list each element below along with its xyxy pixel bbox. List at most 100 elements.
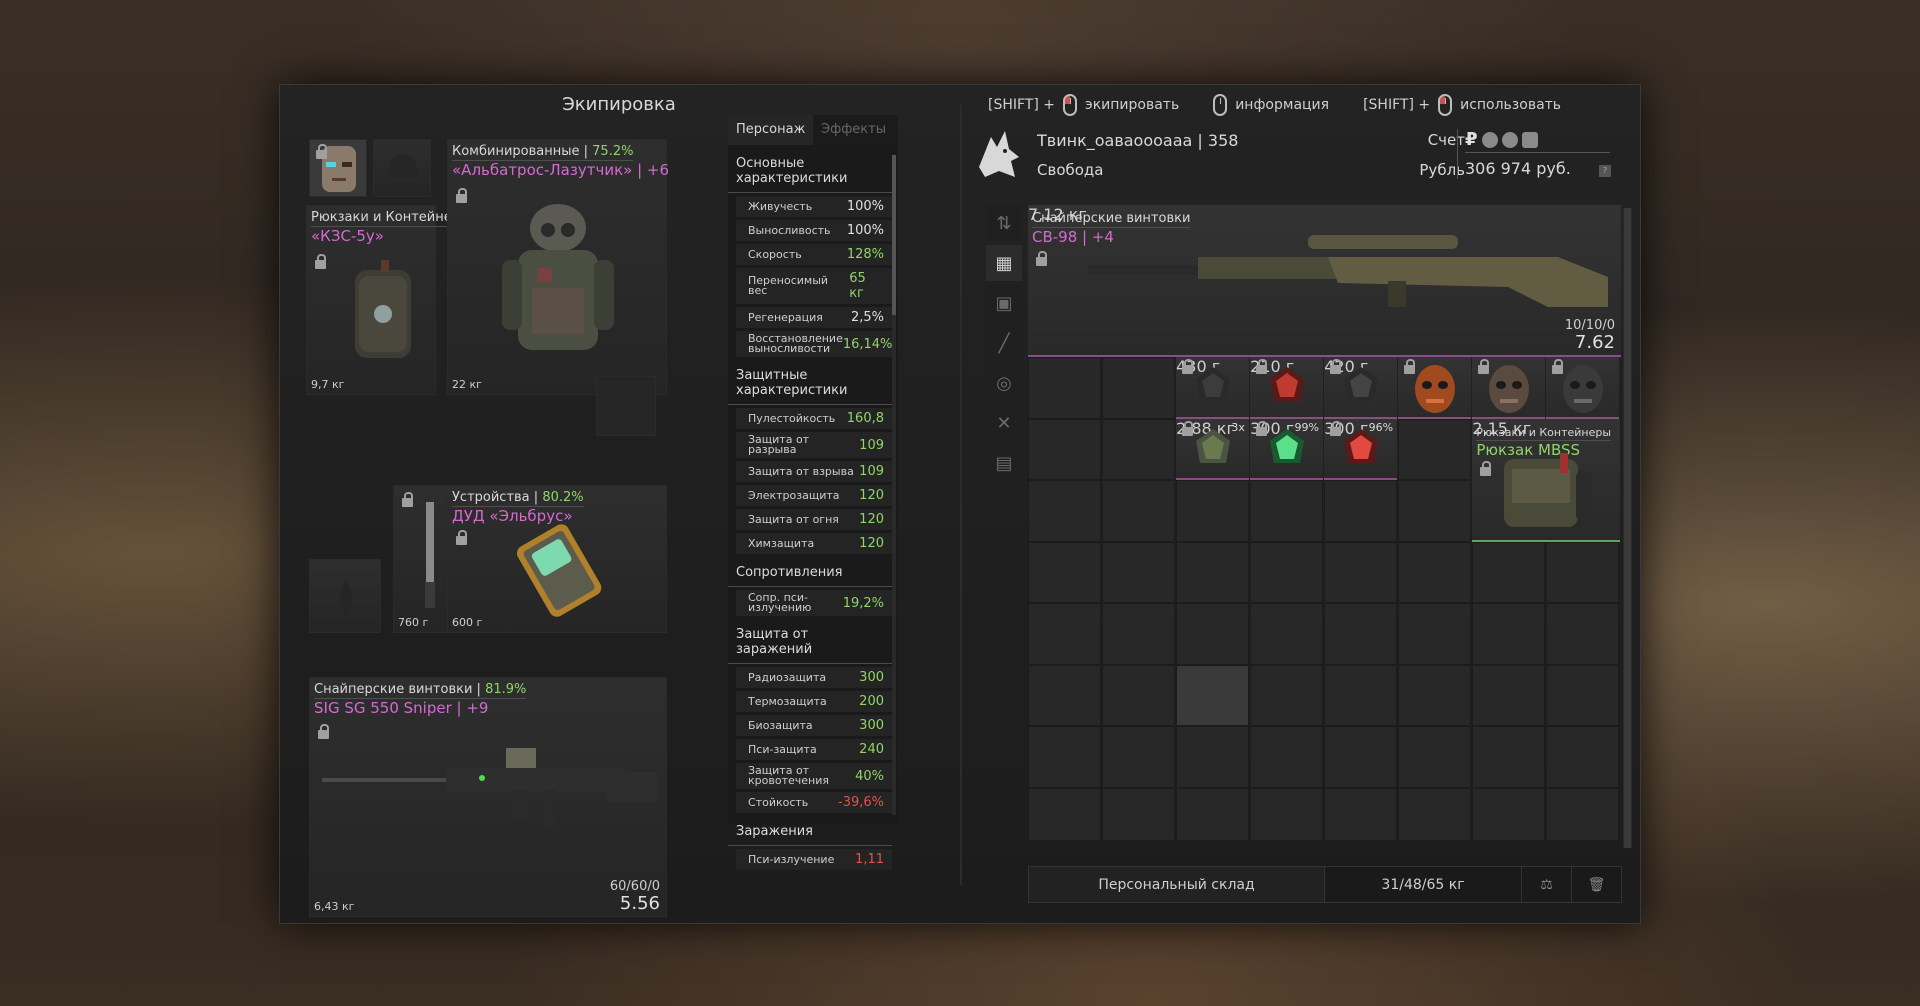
backpack-slot[interactable]: Рюкзаки и Контейнеры «КЗС-5у» 9,7 кг — [306, 205, 471, 395]
face-slot[interactable] — [309, 139, 367, 197]
sort-icon[interactable]: ⇅ — [986, 205, 1022, 241]
grid-cell[interactable] — [1546, 664, 1620, 726]
grid-cell[interactable] — [1324, 480, 1398, 542]
stat-label: Сопр. пси-излучению — [748, 591, 812, 614]
grid-cell[interactable] — [1028, 418, 1101, 480]
grid-cell[interactable] — [1250, 664, 1323, 726]
grid-cell[interactable] — [1102, 664, 1175, 726]
trash-icon[interactable]: 🗑 — [1571, 866, 1621, 903]
grid-cell[interactable] — [1028, 787, 1101, 840]
grid-cell[interactable] — [1398, 664, 1472, 726]
grid-cell[interactable] — [1028, 664, 1101, 726]
stat-value: 120 — [859, 488, 884, 503]
highlighted-cell[interactable] — [1176, 664, 1249, 726]
inventory-scrollbar[interactable] — [1623, 208, 1632, 848]
grid-cell[interactable] — [1546, 541, 1620, 603]
inventory-item[interactable]: 420 г — [1324, 357, 1398, 419]
inventory-item[interactable]: 96% 300 г — [1324, 418, 1398, 480]
money-value: 306 974 руб. — [1465, 159, 1571, 178]
grid-all-icon[interactable]: ▦ — [986, 245, 1022, 281]
hint-equip: [SHIFT] + экипировать — [988, 94, 1179, 116]
left-mouse-icon — [1438, 94, 1453, 116]
grid-cell[interactable] — [1546, 787, 1620, 840]
grid-cell[interactable] — [1250, 480, 1323, 542]
basic-stats-list: Живучесть 100% Выносливость 100% Скорость 128… — [728, 196, 898, 357]
grid-cell[interactable] — [1028, 357, 1101, 419]
grid-cell[interactable] — [1324, 787, 1398, 840]
grid-cell[interactable] — [1398, 787, 1472, 840]
stat-row: Переносимый вес 65 кг — [736, 268, 892, 304]
inventory-rifle[interactable]: Снайперские винтовки СВ-98 | +4 10/10/0 … — [1028, 205, 1621, 357]
grid-cell[interactable] — [1250, 787, 1323, 840]
misc-filter-icon[interactable]: ▤ — [986, 445, 1022, 481]
personal-storage-tab[interactable]: Персональный склад — [1029, 867, 1325, 902]
grid-cell[interactable] — [1102, 357, 1175, 419]
grid-cell[interactable] — [1250, 726, 1323, 788]
armor-suit-icon — [502, 204, 614, 350]
grid-cell[interactable] — [1176, 541, 1249, 603]
grid-cell[interactable] — [1472, 664, 1546, 726]
artifact-mini-slot[interactable] — [596, 376, 656, 436]
grid-cell[interactable] — [1324, 726, 1398, 788]
grid-cell[interactable] — [1324, 664, 1398, 726]
grid-cell[interactable] — [1028, 480, 1101, 542]
grid-cell[interactable] — [1176, 603, 1249, 665]
grid-cell[interactable] — [1398, 603, 1472, 665]
knife-slot[interactable] — [309, 559, 381, 633]
grid-cell[interactable] — [1398, 541, 1472, 603]
mask-item[interactable] — [1398, 357, 1472, 419]
weapon-slot[interactable]: Снайперские винтовки | 81.9% SIG SG 550 … — [309, 677, 667, 917]
armor-filter-icon[interactable]: ▣ — [986, 285, 1022, 321]
help-icon[interactable]: ? — [1599, 165, 1611, 177]
grid-cell[interactable] — [1472, 787, 1546, 840]
grid-cell[interactable] — [1176, 787, 1249, 840]
inventory-item[interactable]: 99% 300 г — [1250, 418, 1323, 480]
grid-cell[interactable] — [1176, 480, 1249, 542]
grid-cell[interactable] — [1324, 603, 1398, 665]
helmet-slot[interactable] — [373, 139, 431, 197]
tools-filter-icon[interactable]: ✕ — [986, 405, 1022, 441]
grid-cell[interactable] — [1250, 603, 1323, 665]
inventory-backpack[interactable]: Рюкзаки и Контейнеры Рюкзак MBSS 2,15 кг — [1472, 418, 1620, 542]
grid-cell[interactable] — [1472, 603, 1546, 665]
grid-cell[interactable] — [1102, 541, 1175, 603]
grid-cell[interactable] — [1398, 726, 1472, 788]
inventory-item[interactable]: 210 г — [1250, 357, 1323, 419]
token-coin-icon[interactable] — [1501, 131, 1518, 148]
inventory-item[interactable]: 430 г — [1176, 357, 1249, 419]
grid-cell[interactable] — [1472, 726, 1546, 788]
mask-item[interactable] — [1472, 357, 1546, 419]
grid-cell[interactable] — [1102, 603, 1175, 665]
grid-cell[interactable] — [1028, 541, 1101, 603]
grid-cell[interactable] — [1102, 418, 1175, 480]
weapon-caliber: 5.56 — [619, 893, 660, 914]
artifact-filter-icon[interactable]: ◎ — [986, 365, 1022, 401]
grid-cell[interactable] — [1546, 726, 1620, 788]
grid-cell[interactable] — [1472, 541, 1546, 603]
grid-cell[interactable] — [1028, 726, 1101, 788]
tab-character[interactable]: Персонаж — [728, 115, 813, 145]
grid-cell[interactable] — [1250, 541, 1323, 603]
grid-cell[interactable] — [1028, 603, 1101, 665]
ruble-icon[interactable]: ₽ — [1465, 129, 1478, 150]
grid-cell[interactable] — [1176, 726, 1249, 788]
armor-slot[interactable]: Комбинированные | 75.2% «Альбатрос-Лазут… — [447, 139, 669, 436]
stats-scrollbar[interactable] — [892, 155, 896, 815]
stat-value: 2,5% — [850, 310, 884, 325]
grid-cell[interactable] — [1102, 787, 1175, 840]
item-count: 99% — [1294, 420, 1319, 434]
weight-icon[interactable]: ⚖ — [1521, 866, 1571, 903]
grid-cell[interactable] — [1546, 603, 1620, 665]
mask-item[interactable] — [1546, 357, 1620, 419]
grid-cell[interactable] — [1398, 418, 1472, 480]
grid-cell[interactable] — [1398, 480, 1472, 542]
gear-coin-icon[interactable] — [1481, 131, 1498, 148]
grid-cell[interactable] — [1102, 480, 1175, 542]
weapon-filter-icon[interactable]: ╱ — [986, 325, 1022, 361]
inventory-item[interactable]: 3x 2,88 кг — [1176, 418, 1249, 480]
device-slot[interactable]: Устройства | 80.2% ДУД «Эльбрус» 600 г — [447, 485, 667, 633]
thumb-coin-icon[interactable] — [1521, 131, 1538, 148]
tab-effects[interactable]: Эффекты — [813, 115, 898, 145]
grid-cell[interactable] — [1102, 726, 1175, 788]
grid-cell[interactable] — [1324, 541, 1398, 603]
